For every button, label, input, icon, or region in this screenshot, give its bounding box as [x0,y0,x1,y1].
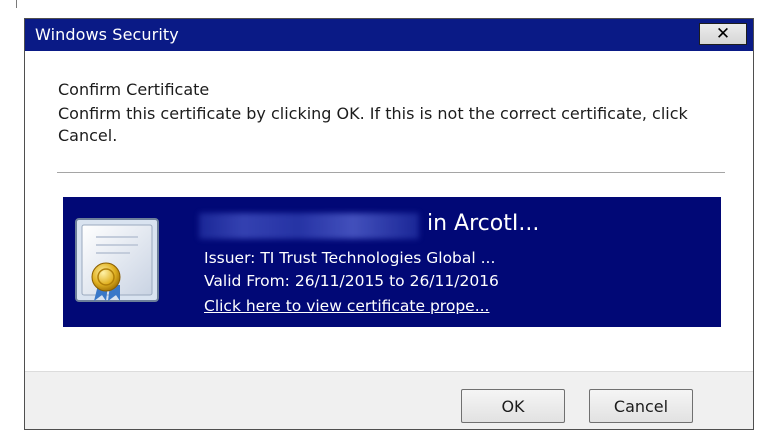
close-icon: ✕ [715,24,731,44]
certificate-icon [75,218,159,302]
certificate-tile[interactable]: in ArcotI... Issuer: TI Trust Technologi… [63,197,721,327]
titlebar: Windows Security ✕ [25,19,753,51]
cancel-button[interactable]: Cancel [589,389,693,423]
redacted-name [199,213,419,239]
certificate-name: in ArcotI... [199,211,539,241]
dialog-heading: Confirm Certificate [58,80,210,99]
dialog-message: Confirm this certificate by clicking OK.… [58,104,688,145]
close-button[interactable]: ✕ [699,23,747,45]
certificate-name-text: in ArcotI... [427,211,540,236]
view-certificate-properties-link[interactable]: Click here to view certificate prope... [204,297,489,315]
certificate-validity: Valid From: 26/11/2015 to 26/11/2016 [204,272,499,290]
window-title: Windows Security [35,25,179,44]
window-edge [16,0,758,8]
dialog-content: Confirm Certificate Confirm this certifi… [25,51,753,371]
ok-button[interactable]: OK [461,389,565,423]
windows-security-dialog: Windows Security ✕ Confirm Certificate C… [24,18,754,430]
dialog-footer: OK Cancel [25,371,753,429]
certificate-issuer: Issuer: TI Trust Technologies Global ... [204,249,496,267]
separator [57,172,725,173]
